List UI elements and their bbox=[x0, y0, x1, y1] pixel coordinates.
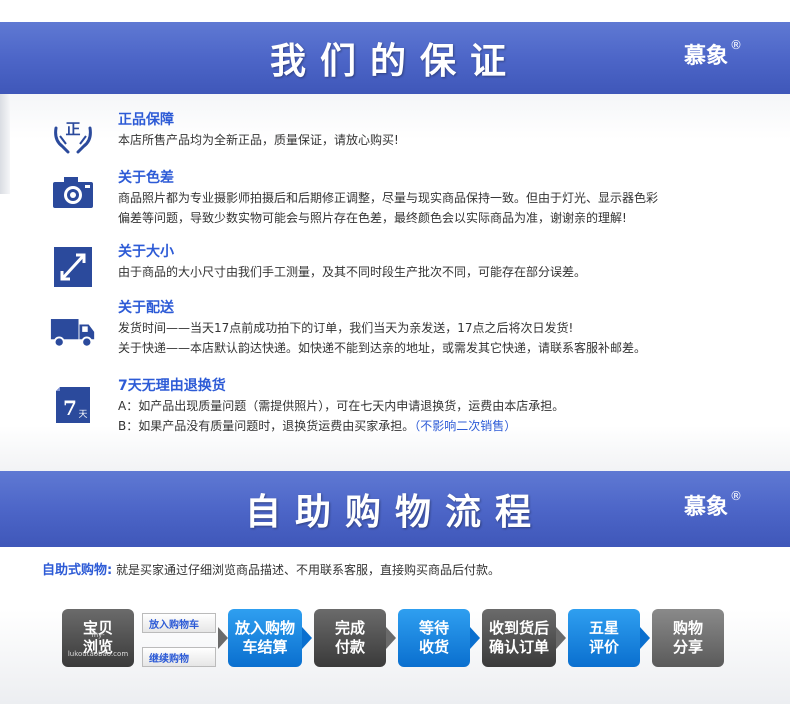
step-label: 车结算 bbox=[242, 638, 288, 656]
arrow-icon bbox=[218, 627, 228, 649]
brand-name: 慕象 bbox=[683, 44, 728, 69]
step-label: 分享 bbox=[672, 638, 703, 656]
add-to-cart-button[interactable]: 放入购物车 bbox=[142, 613, 216, 633]
guarantee-list: 正 正品保障 本店所售产品均为全新正品，质量保证，请放心购买! 关于色差 商品照… bbox=[0, 94, 790, 471]
step-confirm-order[interactable]: 收到货后 确认订单 bbox=[482, 609, 556, 667]
item-text: 商品照片都为专业摄影师拍摄后和后期修正调整，尽量与现实商品保持一致。但由于灯光、… bbox=[118, 191, 659, 205]
item-text: 发货时间——当天17点前成功拍下的订单，我们当天为亲发送，17点之后将次日发货! bbox=[118, 321, 574, 335]
resize-arrow-icon bbox=[50, 246, 96, 288]
step-share[interactable]: 购物 分享 bbox=[652, 609, 724, 667]
step-label: 确认订单 bbox=[488, 638, 549, 656]
step-sub: my-lukoutaobao.com bbox=[67, 631, 129, 658]
item-title: 正品保障 bbox=[118, 112, 174, 128]
flow-intro-lead: 自助式购物: bbox=[42, 563, 113, 578]
list-item: 正 正品保障 本店所售产品均为全新正品，质量保证，请放心购买! bbox=[50, 110, 760, 160]
seven-glyph: 7 bbox=[63, 396, 77, 420]
item-title: 关于色差 bbox=[118, 170, 174, 186]
step-label: 收货 bbox=[418, 638, 449, 656]
continue-shopping-button[interactable]: 继续购物 bbox=[142, 647, 216, 667]
step-cart-checkout[interactable]: 放入购物 车结算 bbox=[228, 609, 302, 667]
step-label: 等待 bbox=[418, 619, 449, 637]
camera-icon bbox=[50, 172, 96, 214]
brand-logo: 慕象 ® bbox=[683, 38, 742, 69]
list-item: 7 天 7天无理由退换货 A：如产品出现质量问题（需提供照片），可在七天内申请退… bbox=[50, 376, 760, 448]
brand-name: 慕象 bbox=[683, 495, 728, 520]
truck-icon bbox=[50, 310, 96, 352]
item-text: A：如产品出现质量问题（需提供照片），可在七天内申请退换货，运费由本店承担。 bbox=[118, 399, 565, 413]
brand-logo: 慕象 ® bbox=[683, 489, 742, 520]
hands-zheng-icon: 正 bbox=[50, 114, 96, 156]
flow-title: 自助购物流程 bbox=[244, 492, 545, 533]
step-label: 付款 bbox=[334, 638, 365, 656]
top-strip bbox=[0, 0, 790, 22]
arrow-icon bbox=[470, 627, 480, 649]
item-title: 关于配送 bbox=[118, 300, 174, 316]
item-text: B：如果产品没有质量问题时，退换货运费由买家承担。（不影响二次销售） bbox=[118, 416, 768, 436]
item-text: 本店所售产品均为全新正品，质量保证，请放心购买! bbox=[118, 133, 399, 147]
step-label: 收到货后 bbox=[488, 619, 549, 637]
guarantee-title: 我们的保证 bbox=[269, 41, 520, 82]
step-pay[interactable]: 完成 付款 bbox=[314, 609, 386, 667]
item-title: 7天无理由退换货 bbox=[118, 378, 226, 394]
list-item: 关于色差 商品照片都为专业摄影师拍摄后和后期修正调整，尽量与现实商品保持一致。但… bbox=[50, 168, 760, 228]
guarantee-banner: 我们的保证 慕象 ® bbox=[0, 22, 790, 94]
item-title: 关于大小 bbox=[118, 244, 174, 260]
zheng-glyph: 正 bbox=[65, 120, 80, 138]
step-rate[interactable]: 五星 评价 bbox=[568, 609, 640, 667]
flow-area: 自助式购物: 就是买家通过仔细浏览商品描述、不用联系客服，直接购买商品后付款。 … bbox=[0, 547, 790, 704]
arrow-icon bbox=[556, 627, 566, 649]
arrow-icon bbox=[386, 627, 396, 649]
step-label: 完成 bbox=[334, 619, 365, 637]
step-label: 购物 bbox=[672, 619, 703, 637]
step-browse[interactable]: 宝贝 浏览 my-lukoutaobao.com bbox=[62, 609, 134, 667]
arrow-icon bbox=[302, 627, 312, 649]
list-item: 关于配送 发货时间——当天17点前成功拍下的订单，我们当天为亲发送，17点之后将… bbox=[50, 298, 760, 364]
tian-glyph: 天 bbox=[78, 410, 87, 420]
calendar-7-icon: 7 天 bbox=[50, 384, 96, 426]
item-hint: （不影响二次销售） bbox=[414, 419, 517, 433]
item-text: 偏差等问题，导致少数实物可能会与照片存在色差，最终颜色会以实际商品为准，谢谢亲的… bbox=[118, 211, 627, 225]
flow-banner: 自助购物流程 慕象 ® bbox=[0, 471, 790, 547]
flow-intro: 自助式购物: 就是买家通过仔细浏览商品描述、不用联系客服，直接购买商品后付款。 bbox=[42, 559, 500, 578]
item-text: 由于商品的大小尺寸由我们手工测量，及其不同时段生产批次不同，可能存在部分误差。 bbox=[118, 265, 587, 279]
item-text: 关于快递——本店默认韵达快递。如快递不能到达亲的地址，或需发其它快递，请联系客服… bbox=[118, 341, 647, 355]
item-text-main: B：如果产品没有质量问题时，退换货运费由买家承担。 bbox=[118, 419, 415, 433]
step-label: 放入购物 bbox=[234, 619, 295, 637]
step-wait-delivery[interactable]: 等待 收货 bbox=[398, 609, 470, 667]
list-item: 关于大小 由于商品的大小尺寸由我们手工测量，及其不同时段生产批次不同，可能存在部… bbox=[50, 242, 760, 292]
step-label: 评价 bbox=[588, 638, 619, 656]
flow-intro-text: 就是买家通过仔细浏览商品描述、不用联系客服，直接购买商品后付款。 bbox=[116, 563, 501, 577]
arrow-icon bbox=[640, 627, 650, 649]
step-label: 五星 bbox=[588, 619, 619, 637]
